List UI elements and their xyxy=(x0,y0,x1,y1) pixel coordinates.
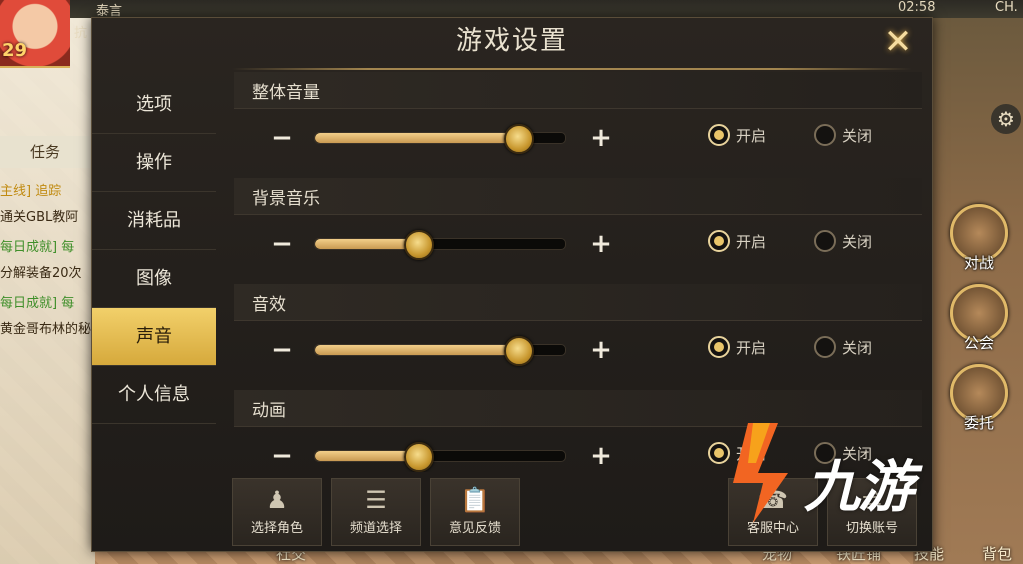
radio-on[interactable]: 开启 xyxy=(708,336,766,358)
task-entry[interactable]: 主线] 追踪 xyxy=(0,180,95,199)
sidebar-item-options[interactable]: 选项 xyxy=(92,76,216,134)
select-character-button[interactable]: ♟ 选择角色 xyxy=(232,478,322,546)
radio-off[interactable]: 关闭 xyxy=(814,336,872,358)
task-entry[interactable]: 黄金哥布林的秘 xyxy=(0,318,95,337)
section-title: 背景音乐 xyxy=(252,189,320,209)
person-icon: ♟ xyxy=(266,486,288,514)
music-slider[interactable] xyxy=(314,230,566,260)
player-level: 29 xyxy=(2,40,28,61)
sidebar-item-sound[interactable]: 声音 xyxy=(92,308,216,366)
decrease-button[interactable]: − xyxy=(270,231,294,257)
clock: 02:58 xyxy=(898,0,936,15)
watermark-logo-icon xyxy=(733,423,788,523)
increase-button[interactable]: + xyxy=(589,337,613,363)
task-entry[interactable]: 分解装备20次 xyxy=(0,262,95,281)
task-tab[interactable]: 任务 xyxy=(0,136,90,168)
sfx-section: 音效 − + 开启 关闭 xyxy=(234,284,922,390)
jiuyou-watermark: 九游 xyxy=(718,418,948,528)
close-x-icon[interactable]: ✕ xyxy=(878,22,918,62)
radio-on[interactable]: 开启 xyxy=(708,230,766,252)
left-tag: 抗 xyxy=(74,26,88,41)
feedback-icon: 📋 xyxy=(460,486,490,514)
volume-slider[interactable] xyxy=(314,124,566,154)
hud-button-battle[interactable]: 对战 xyxy=(949,204,1009,274)
dialog-title: 游戏设置 xyxy=(455,26,568,56)
network-status: CH. xyxy=(995,0,1018,15)
radio-off[interactable]: 关闭 xyxy=(814,230,872,252)
task-entry[interactable]: 每日成就] 每 xyxy=(0,236,95,255)
increase-button[interactable]: + xyxy=(589,443,613,469)
decrease-button[interactable]: − xyxy=(270,443,294,469)
sidebar-item-profile[interactable]: 个人信息 xyxy=(92,366,216,424)
increase-button[interactable]: + xyxy=(589,231,613,257)
title-divider xyxy=(232,68,912,70)
sound-settings-content: 整体音量 − + 开启 关闭 背景音乐 − + 开启 关闭 音效 − + 开启 … xyxy=(234,72,922,472)
volume-section: 整体音量 − + 开启 关闭 xyxy=(234,72,922,178)
hud-bag[interactable]: 背包 xyxy=(982,543,1012,564)
radio-off[interactable]: 关闭 xyxy=(814,124,872,146)
settings-sidebar: 选项 操作 消耗品 图像 声音 个人信息 xyxy=(92,76,216,424)
task-entry[interactable]: 通关GBL教阿 xyxy=(0,206,95,225)
section-title: 整体音量 xyxy=(252,83,320,103)
list-icon: ☰ xyxy=(365,486,387,514)
animation-slider[interactable] xyxy=(314,442,566,472)
hud-button-commission[interactable]: 委托 xyxy=(949,364,1009,434)
feedback-button[interactable]: 📋 意见反馈 xyxy=(430,478,520,546)
slider-knob[interactable] xyxy=(504,336,534,366)
section-title: 动画 xyxy=(252,401,286,421)
channel-select-button[interactable]: ☰ 频道选择 xyxy=(331,478,421,546)
slider-knob[interactable] xyxy=(404,230,434,260)
top-status-bar xyxy=(0,0,1023,18)
decrease-button[interactable]: − xyxy=(270,337,294,363)
task-entry[interactable]: 每日成就] 每 xyxy=(0,292,95,311)
radio-on[interactable]: 开启 xyxy=(708,124,766,146)
decrease-button[interactable]: − xyxy=(270,125,294,151)
slider-knob[interactable] xyxy=(504,124,534,154)
sidebar-item-consumables[interactable]: 消耗品 xyxy=(92,192,216,250)
increase-button[interactable]: + xyxy=(589,125,613,151)
slider-knob[interactable] xyxy=(404,442,434,472)
sidebar-item-graphics[interactable]: 图像 xyxy=(92,250,216,308)
watermark-text: 九游 xyxy=(804,455,914,520)
section-title: 音效 xyxy=(252,295,286,315)
sfx-slider[interactable] xyxy=(314,336,566,366)
sidebar-item-controls[interactable]: 操作 xyxy=(92,134,216,192)
music-section: 背景音乐 − + 开启 关闭 xyxy=(234,178,922,284)
hud-button-guild[interactable]: 公会 xyxy=(949,284,1009,354)
task-panel xyxy=(0,18,95,564)
gear-icon[interactable]: ⚙ xyxy=(991,104,1021,134)
